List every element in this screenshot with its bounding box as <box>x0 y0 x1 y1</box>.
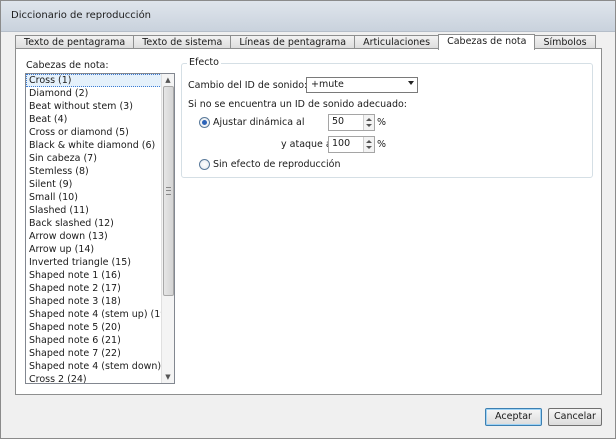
tab-bar: Texto de pentagrama Texto de sistema Lín… <box>15 34 596 50</box>
scroll-down-arrow-icon[interactable]: ▼ <box>162 371 174 383</box>
tab-symbols[interactable]: Símbolos <box>534 35 596 49</box>
list-item[interactable]: Shaped note 5 (20) <box>26 321 174 334</box>
sound-id-value: +mute <box>311 79 344 90</box>
list-item[interactable]: Shaped note 7 (22) <box>26 347 174 360</box>
sound-id-dropdown[interactable]: +mute <box>306 77 418 93</box>
window-title: Diccionario de reproducción <box>11 10 152 21</box>
dynamic-percent: % <box>377 117 387 128</box>
list-item[interactable]: Back slashed (12) <box>26 217 174 230</box>
list-item[interactable]: Beat (4) <box>26 113 174 126</box>
list-item[interactable]: Black & white diamond (6) <box>26 139 174 152</box>
fallback-label: Si no se encuentra un ID de sonido adecu… <box>188 99 407 110</box>
list-item[interactable]: Arrow up (14) <box>26 243 174 256</box>
list-item[interactable]: Shaped note 3 (18) <box>26 295 174 308</box>
tab-articulations[interactable]: Articulaciones <box>354 35 440 49</box>
list-item[interactable]: Small (10) <box>26 191 174 204</box>
attack-value: 100 <box>332 138 351 149</box>
dynamic-spinner[interactable]: 50 <box>328 114 375 131</box>
scroll-thumb[interactable] <box>163 86 174 296</box>
effect-group-title: Efecto <box>187 57 221 68</box>
list-item[interactable]: Shaped note 2 (17) <box>26 282 174 295</box>
cancel-button[interactable]: Cancelar <box>548 408 602 426</box>
sound-id-label: Cambio del ID de sonido: <box>188 80 308 91</box>
list-item[interactable]: Cross (1) <box>26 74 174 87</box>
list-item[interactable]: Stemless (8) <box>26 165 174 178</box>
list-item[interactable]: Beat without stem (3) <box>26 100 174 113</box>
list-item[interactable]: Cross or diamond (5) <box>26 126 174 139</box>
list-item[interactable]: Sin cabeza (7) <box>26 152 174 165</box>
list-item[interactable]: Slashed (11) <box>26 204 174 217</box>
spin-up-icon[interactable] <box>366 140 372 143</box>
tab-system-text[interactable]: Texto de sistema <box>133 35 232 49</box>
dynamic-spin-buttons[interactable] <box>363 115 374 130</box>
list-item[interactable]: Shaped note 4 (stem up) (19) <box>26 308 174 321</box>
list-item[interactable]: Cross 2 (24) <box>26 373 174 383</box>
attack-percent: % <box>377 139 387 150</box>
tab-staff-lines[interactable]: Líneas de pentagrama <box>230 35 356 49</box>
attack-label: y ataque al <box>281 139 335 150</box>
title-bar[interactable]: Diccionario de reproducción <box>1 1 615 32</box>
no-effect-label: Sin efecto de reproducción <box>213 159 341 170</box>
noteheads-listbox[interactable]: Cross (1) Diamond (2) Beat without stem … <box>25 73 175 384</box>
list-item[interactable]: Silent (9) <box>26 178 174 191</box>
no-effect-radio[interactable] <box>199 159 210 170</box>
spin-up-icon[interactable] <box>366 118 372 121</box>
list-item[interactable]: Shaped note 1 (16) <box>26 269 174 282</box>
accept-button[interactable]: Aceptar <box>485 408 542 426</box>
attack-spin-buttons[interactable] <box>363 137 374 152</box>
list-item[interactable]: Shaped note 4 (stem down) (23) <box>26 360 174 373</box>
list-scrollbar[interactable]: ▲ ▼ <box>161 74 174 383</box>
list-item[interactable]: Shaped note 6 (21) <box>26 334 174 347</box>
spin-down-icon[interactable] <box>366 124 372 127</box>
tab-noteheads[interactable]: Cabezas de nota <box>438 34 536 50</box>
list-item[interactable]: Diamond (2) <box>26 87 174 100</box>
noteheads-list-label: Cabezas de nota: <box>26 60 109 71</box>
dropdown-arrow-icon <box>408 81 414 85</box>
adjust-dynamic-radio[interactable] <box>199 117 210 128</box>
list-item[interactable]: Inverted triangle (15) <box>26 256 174 269</box>
spin-down-icon[interactable] <box>366 146 372 149</box>
list-item[interactable]: Arrow down (13) <box>26 230 174 243</box>
tab-staff-text[interactable]: Texto de pentagrama <box>15 35 135 49</box>
grip-icon <box>166 187 171 195</box>
attack-spinner[interactable]: 100 <box>328 136 375 153</box>
adjust-dynamic-label: Ajustar dinámica al <box>213 117 305 128</box>
scroll-up-arrow-icon[interactable]: ▲ <box>162 74 174 86</box>
dynamic-value: 50 <box>332 116 345 127</box>
